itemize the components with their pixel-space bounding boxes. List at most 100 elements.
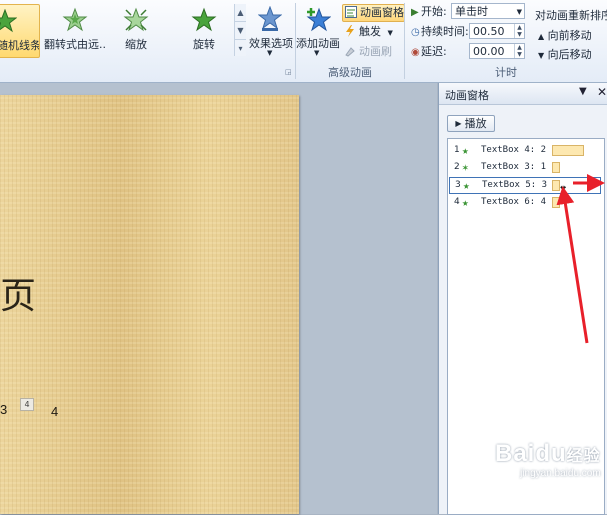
move-later-label: 向后移动: [547, 48, 592, 61]
resize-cursor-icon: ⇹: [560, 182, 567, 193]
item-label: TextBox 5: 3: [482, 180, 548, 190]
gallery-item-label: 随机线条: [0, 39, 39, 52]
trigger-button[interactable]: 触发 ▼: [342, 24, 393, 40]
delay-clock-icon: ◉: [411, 47, 420, 58]
duration-label: 持续时间:: [421, 25, 469, 38]
slide-number-4: 4: [51, 404, 59, 419]
delay-label: 延迟:: [421, 45, 447, 58]
slide-canvas[interactable]: 页 3 4 4: [0, 95, 299, 514]
ribbon: 随机线条 翻转式由远... 缩放 旋转 ▲ ▼ ▾ 效果选项 ▼ 添加动画 ▼ …: [0, 0, 607, 83]
play-button[interactable]: ▶ 播放: [447, 115, 495, 132]
close-icon[interactable]: ✕: [597, 85, 607, 99]
list-item-selected[interactable]: 3 ★ TextBox 5: 3 ⇹: [449, 177, 601, 194]
effect-options-button[interactable]: 效果选项 ▼: [248, 4, 293, 60]
item-label: TextBox 4: 2: [481, 145, 547, 155]
scroll-up-icon[interactable]: ▲: [235, 4, 246, 22]
delay-spinner[interactable]: ▲ ▼: [514, 44, 524, 58]
effect-star-icon: [258, 6, 282, 31]
gallery-item-spin[interactable]: 旋转: [178, 4, 230, 56]
timing-bar[interactable]: [552, 162, 560, 173]
move-earlier-label: 向前移动: [547, 29, 592, 42]
clock-icon: ◷: [411, 27, 420, 38]
timing-bar[interactable]: [552, 145, 584, 156]
gallery-expand-icon[interactable]: ▾: [235, 40, 246, 57]
add-animation-button[interactable]: 添加动画 ▼: [296, 4, 340, 58]
chevron-down-icon: ▼: [387, 29, 393, 37]
duration-value: 00.50: [473, 25, 505, 38]
watermark-brand: Baidu: [495, 440, 567, 467]
start-label: 开始:: [421, 5, 447, 18]
trigger-label: 触发: [359, 25, 381, 38]
delay-input[interactable]: 00.00 ▲ ▼: [469, 43, 525, 59]
watermark-url: jingyan.baidu.com: [520, 468, 601, 479]
animation-painter-button[interactable]: 动画刷: [342, 44, 392, 60]
chevron-down-icon: ▼: [267, 49, 273, 57]
pane-title: 动画窗格: [445, 89, 489, 102]
entrance-star-icon: ★: [463, 179, 470, 192]
add-star-icon: [306, 7, 331, 32]
triangle-up-icon: ▲: [538, 32, 545, 41]
slide-number-3: 3: [0, 402, 8, 417]
timing-group-label: 计时: [495, 66, 517, 79]
advanced-animation-group-label: 高级动画: [328, 66, 372, 79]
entrance-star-icon: ★: [462, 196, 469, 209]
dialog-launcher-icon[interactable]: ◲: [285, 68, 292, 76]
item-label: TextBox 6: 4: [481, 197, 547, 207]
animation-pane-label: 动画窗格: [360, 6, 404, 19]
list-item[interactable]: 4 ★ TextBox 6: 4: [449, 195, 599, 210]
motion-star-icon: ✶: [462, 161, 469, 174]
painter-icon: [344, 45, 356, 57]
list-item[interactable]: 1 ★ TextBox 4: 2: [449, 143, 599, 158]
duration-spinner[interactable]: ▲ ▼: [514, 24, 524, 38]
item-number: 2: [454, 162, 460, 172]
play-icon: ▶: [455, 119, 462, 128]
star-icon: [0, 9, 17, 33]
chevron-down-icon: ▼: [314, 49, 320, 57]
baidu-watermark: Baidu经验 jingyan.baidu.com: [495, 440, 601, 479]
item-number: 3: [455, 180, 461, 190]
triangle-down-icon: ▼: [538, 51, 545, 60]
timing-bar[interactable]: [552, 197, 560, 208]
gallery-item-flip[interactable]: 翻转式由远...: [44, 4, 106, 56]
animation-order-tag: 4: [20, 398, 34, 411]
spin-star-icon: [191, 7, 217, 32]
slide-editing-area: 页 3 4 4: [0, 83, 437, 514]
scroll-down-icon[interactable]: ▼: [235, 22, 246, 40]
lightning-icon: [344, 25, 356, 37]
move-later-button[interactable]: ▼ 向后移动: [538, 46, 592, 62]
gallery-item-random-bars[interactable]: 随机线条: [0, 4, 40, 58]
play-label: 播放: [464, 117, 487, 130]
slide-title-char: 页: [0, 276, 37, 317]
start-select[interactable]: 单击时 ▼: [451, 3, 525, 19]
play-triangle-icon: ▶: [411, 7, 419, 18]
gallery-item-label: 旋转: [193, 38, 215, 51]
move-earlier-button[interactable]: ▲ 向前移动: [538, 27, 592, 43]
chevron-down-icon: ▼: [516, 8, 522, 16]
delay-row: ◉延迟:: [411, 43, 447, 61]
flip-star-icon: [62, 7, 88, 32]
start-value: 单击时: [455, 5, 488, 18]
zoom-star-icon: [123, 7, 149, 32]
start-row: ▶ 开始:: [411, 3, 447, 21]
duration-row: ◷持续时间:: [411, 23, 469, 41]
timing-bar[interactable]: [552, 180, 560, 191]
animation-pane-button[interactable]: 动画窗格: [342, 4, 405, 22]
pane-header: 动画窗格 ▼ ✕: [439, 83, 607, 105]
entrance-star-icon: ★: [462, 144, 469, 157]
gallery-item-label: 翻转式由远...: [44, 38, 106, 51]
list-item[interactable]: 2 ✶ TextBox 3: 1: [449, 160, 599, 175]
gallery-item-zoom[interactable]: 缩放: [110, 4, 162, 56]
duration-input[interactable]: 00.50 ▲ ▼: [469, 23, 525, 39]
item-number: 4: [454, 197, 460, 207]
gallery-item-label: 缩放: [125, 38, 147, 51]
item-label: TextBox 3: 1: [481, 162, 547, 172]
item-number: 1: [454, 145, 460, 155]
gallery-scroll[interactable]: ▲ ▼ ▾: [234, 4, 246, 56]
watermark-suffix: 经验: [566, 448, 601, 465]
delay-value: 00.00: [473, 45, 505, 58]
animation-pane-icon: [345, 6, 357, 18]
animation-painter-label: 动画刷: [359, 45, 392, 58]
reorder-title: 对动画重新排序: [535, 9, 607, 22]
animation-gallery: 随机线条 翻转式由远... 缩放 旋转 ▲ ▼ ▾: [0, 0, 247, 62]
pane-menu-icon[interactable]: ▼: [579, 86, 587, 97]
